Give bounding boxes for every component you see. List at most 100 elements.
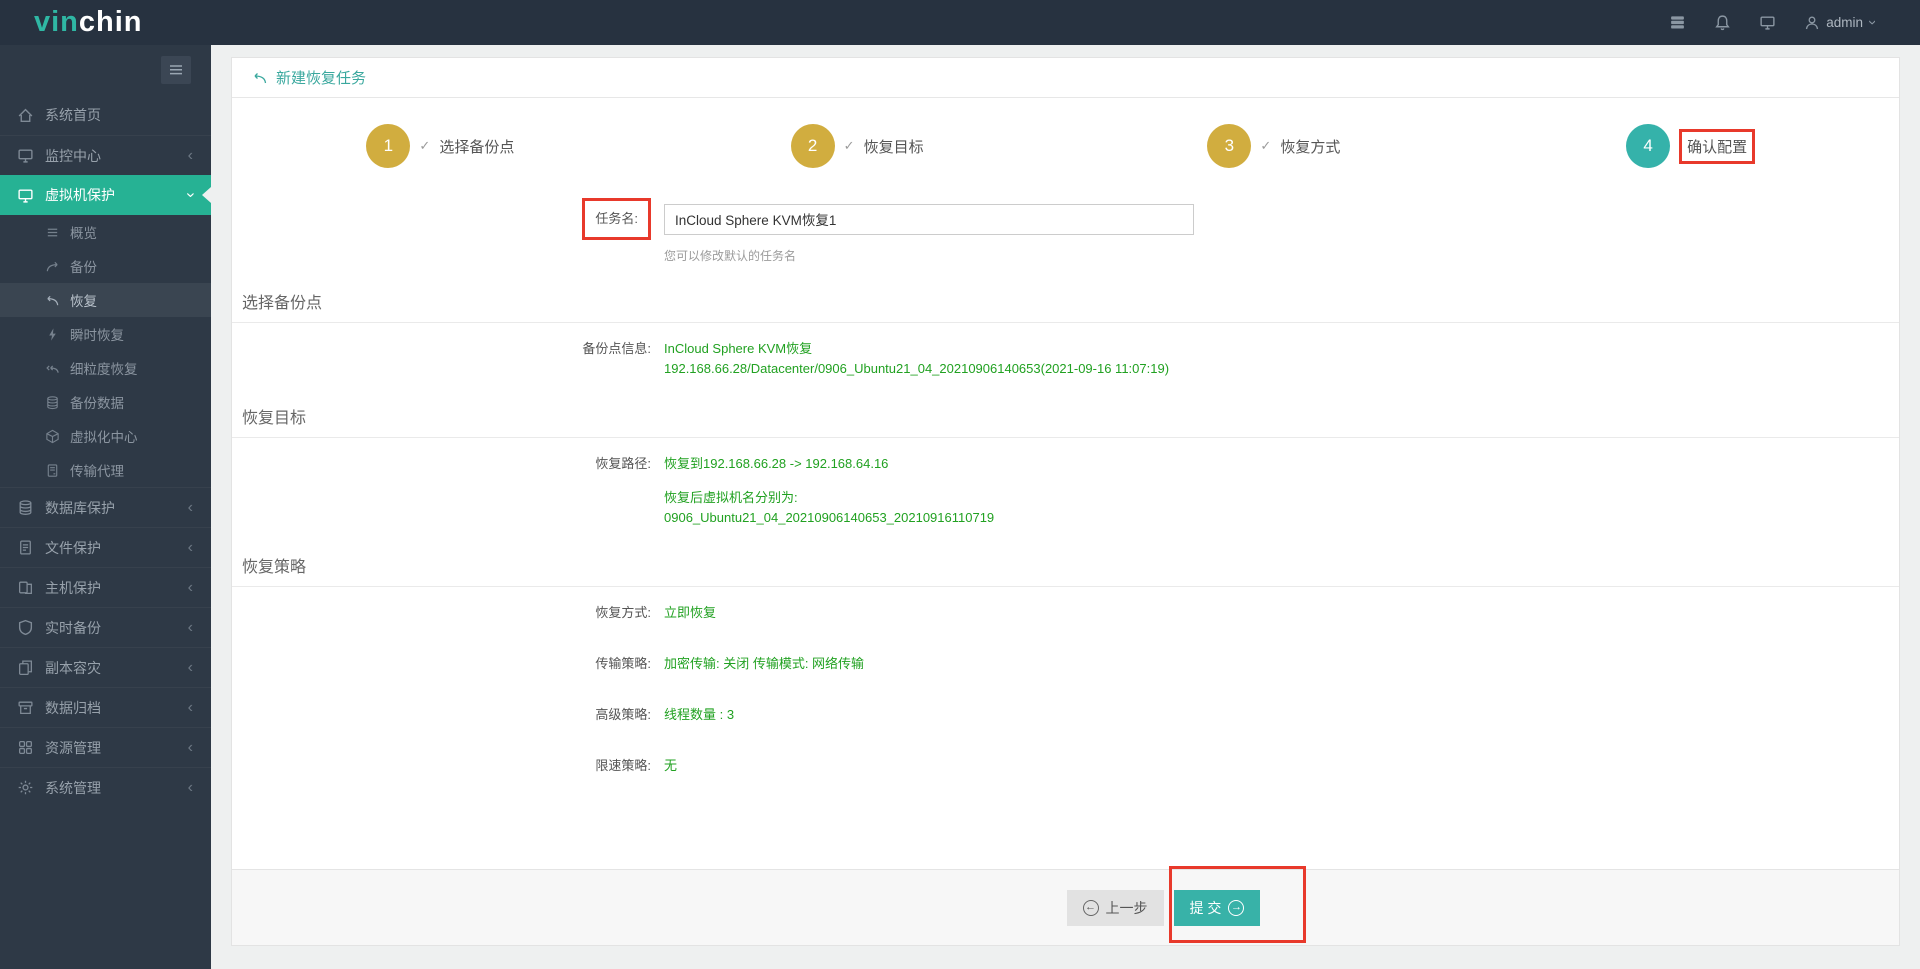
sidebar-item-monitor-center[interactable]: 监控中心 ‹	[0, 135, 211, 175]
sidebar-item-resource-management[interactable]: 资源管理 ‹	[0, 727, 211, 767]
sidebar-item-home[interactable]: 系统首页	[0, 95, 211, 135]
copy-icon	[17, 659, 34, 676]
wizard-footer: ← 上一步 提 交 →	[232, 865, 1899, 945]
active-notch	[202, 187, 211, 203]
redo-arrow-icon	[45, 259, 60, 274]
step-2-number: 2	[790, 124, 835, 168]
section-title-restore-strategy: 恢复策略	[232, 553, 1899, 587]
bell-icon[interactable]	[1714, 14, 1731, 31]
username: admin	[1826, 15, 1863, 30]
check-icon: ✓	[419, 138, 431, 153]
chevron-down-icon: ‹	[1863, 20, 1880, 25]
chevron-left-icon: ‹	[187, 778, 193, 796]
reply-arrow-icon	[45, 293, 60, 308]
sidebar-item-replica-dr[interactable]: 副本容灾 ‹	[0, 647, 211, 687]
check-icon: ✓	[843, 138, 855, 153]
step-3: 3 ✓ 恢复方式	[1066, 124, 1483, 168]
sidebar-item-data-archive[interactable]: 数据归档 ‹	[0, 687, 211, 727]
storage-stack-icon[interactable]	[1669, 14, 1686, 31]
backup-point-info-value: InCloud Sphere KVM恢复 192.168.66.28/Datac…	[664, 341, 1170, 376]
wizard-steps: 1 ✓ 选择备份点 2 ✓ 恢复目标 3 ✓ 恢复方式 4 确认配置	[232, 124, 1899, 168]
step-1: 1 ✓ 选择备份点	[232, 124, 649, 168]
file-icon	[17, 539, 34, 556]
check-icon: ✓	[1260, 138, 1272, 153]
step-2: 2 ✓ 恢复目标	[649, 124, 1066, 168]
sidebar-subitem-granular-restore[interactable]: 细粒度恢复	[0, 351, 211, 385]
restore-path-row: 恢复路径: 恢复到192.168.66.28 -> 192.168.64.16	[232, 454, 1899, 474]
speed-limit-strategy-row: 限速策略: 无	[595, 758, 678, 773]
user-menu[interactable]: admin ‹	[1804, 15, 1880, 31]
new-restore-task-panel: 新建恢复任务 1 ✓ 选择备份点 2 ✓ 恢复目标 3 ✓ 恢复方式 4 确认配…	[231, 57, 1900, 946]
monitor-icon[interactable]	[1759, 14, 1776, 31]
sidebar-subitem-backup[interactable]: 备份	[0, 249, 211, 283]
sidebar-subitem-virtualization-center[interactable]: 虚拟化中心	[0, 419, 211, 453]
annotation-box: 任务名:	[582, 198, 651, 240]
backup-point-info-row: 备份点信息: InCloud Sphere KVM恢复 192.168.66.2…	[232, 339, 1899, 379]
double-reply-arrow-icon	[45, 361, 60, 376]
chevron-left-icon: ‹	[187, 618, 193, 636]
chevron-left-icon: ‹	[187, 146, 193, 164]
grid-icon	[17, 739, 34, 756]
step-4-number: 4	[1626, 124, 1671, 168]
gear-icon	[17, 779, 34, 796]
task-name-hint: 您可以修改默认的任务名	[664, 249, 797, 263]
page-title-bar[interactable]: 新建恢复任务	[232, 58, 1899, 98]
sidebar-subitem-backup-data[interactable]: 备份数据	[0, 385, 211, 419]
previous-step-button[interactable]: ← 上一步	[1066, 889, 1164, 926]
home-icon	[17, 107, 34, 124]
sidebar-subitem-overview[interactable]: 概览	[0, 215, 211, 249]
database-stack-icon	[45, 395, 60, 410]
top-bar: vinchin admin ‹	[0, 0, 1920, 45]
task-name-input[interactable]	[664, 203, 1194, 235]
chevron-left-icon: ‹	[187, 498, 193, 516]
section-title-backup-point: 选择备份点	[232, 289, 1899, 323]
restored-vm-name-value: 恢复后虚拟机名分别为: 0906_Ubuntu21_04_20210906140…	[664, 490, 995, 525]
database-icon	[17, 499, 34, 516]
display-icon	[17, 187, 34, 204]
restore-path-value: 恢复到192.168.66.28 -> 192.168.64.16	[664, 456, 889, 471]
user-icon	[1804, 15, 1820, 31]
advanced-strategy-row: 高级策略: 线程数量 : 3	[595, 707, 735, 722]
step-1-number: 1	[366, 124, 411, 168]
submit-button[interactable]: 提 交 →	[1173, 889, 1261, 926]
list-icon	[45, 225, 60, 240]
annotation-box: 确认配置	[1679, 128, 1756, 164]
sidebar-item-database-protection[interactable]: 数据库保护 ‹	[0, 487, 211, 527]
chevron-left-icon: ‹	[187, 698, 193, 716]
page-title: 新建恢复任务	[276, 70, 367, 87]
transfer-strategy-row: 传输策略: 加密传输: 关闭 传输模式: 网络传输	[595, 656, 865, 671]
monitor-icon	[17, 147, 34, 164]
restore-method-row: 恢复方式: 立即恢复	[595, 605, 717, 620]
sidebar-subitem-instant-restore[interactable]: 瞬时恢复	[0, 317, 211, 351]
sidebar-subitem-transfer-agent[interactable]: 传输代理	[0, 453, 211, 487]
task-name-row: 任务名:	[232, 198, 1899, 240]
host-icon	[17, 579, 34, 596]
cube-icon	[45, 429, 60, 444]
chevron-left-icon: ‹	[187, 658, 193, 676]
archive-icon	[17, 699, 34, 716]
chevron-left-icon: ‹	[187, 538, 193, 556]
chevron-left-icon: ‹	[187, 738, 193, 756]
chevron-left-icon: ‹	[187, 578, 193, 596]
sidebar-subitem-restore[interactable]: 恢复	[0, 283, 211, 317]
server-icon	[45, 463, 60, 478]
arrow-left-circle-icon: ←	[1082, 899, 1099, 916]
shield-icon	[17, 619, 34, 636]
back-reply-icon	[252, 70, 268, 86]
bolt-icon	[45, 327, 60, 342]
task-name-hint-row: 您可以修改默认的任务名	[232, 247, 1899, 264]
restored-vm-name-row: 恢复后虚拟机名分别为: 0906_Ubuntu21_04_20210906140…	[232, 488, 1899, 528]
sidebar-item-vm-protection[interactable]: 虚拟机保护 ‹	[0, 175, 211, 215]
sidebar-item-host-protection[interactable]: 主机保护 ‹	[0, 567, 211, 607]
sidebar-item-file-protection[interactable]: 文件保护 ‹	[0, 527, 211, 567]
arrow-right-circle-icon: →	[1228, 899, 1245, 916]
sidebar-item-system-management[interactable]: 系统管理 ‹	[0, 767, 211, 807]
sidebar-item-realtime-backup[interactable]: 实时备份 ‹	[0, 607, 211, 647]
main-area: 新建恢复任务 1 ✓ 选择备份点 2 ✓ 恢复目标 3 ✓ 恢复方式 4 确认配…	[211, 45, 1920, 969]
step-4: 4 确认配置	[1482, 124, 1899, 168]
hamburger-menu-icon[interactable]	[161, 56, 191, 84]
chevron-down-icon: ‹	[181, 192, 199, 198]
vinchin-logo: vinchin	[34, 6, 143, 38]
section-title-restore-target: 恢复目标	[232, 404, 1899, 438]
sidebar: 系统首页 监控中心 ‹ 虚拟机保护 ‹ 概览 备份 恢复 瞬时恢复 细粒度恢复 …	[0, 45, 211, 969]
